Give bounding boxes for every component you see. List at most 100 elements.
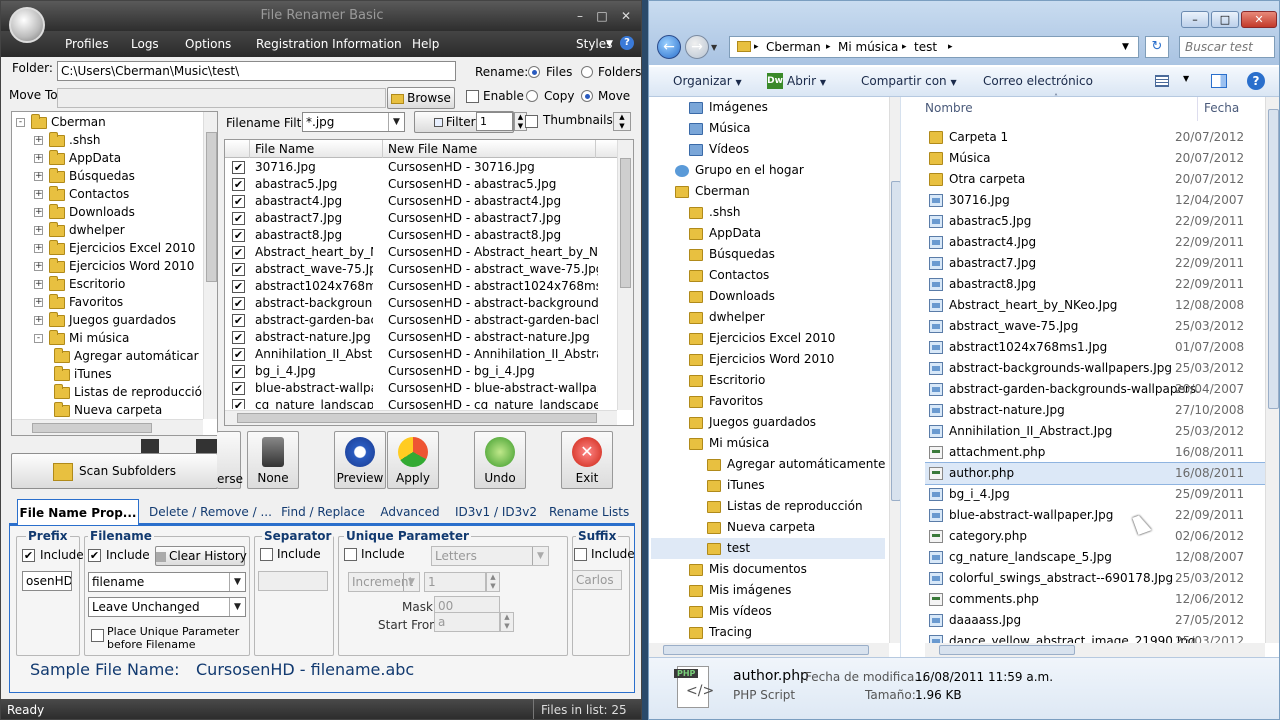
nav-item[interactable]: Agregar automáticamente a iTu	[707, 454, 900, 475]
expand-icon[interactable]: +	[34, 226, 43, 235]
table-row[interactable]: ✔ abstract-backgrounds-... CursosenHD - ab…	[225, 295, 617, 312]
nav-item[interactable]: AppData	[689, 223, 761, 244]
maximize-button[interactable]: □	[593, 9, 611, 23]
menu-registration[interactable]: Registration Information	[256, 37, 402, 51]
file-grid[interactable]: File Name New File Name ✔ 30716.Jpg Cursos…	[224, 139, 634, 426]
table-row[interactable]: ✔ abastract8.Jpg CursosenHD - abastract8.J…	[225, 227, 617, 244]
suffix-include-checkbox[interactable]	[574, 548, 587, 561]
refresh-icon[interactable]: ↻	[1145, 36, 1169, 58]
app-logo[interactable]	[9, 7, 45, 43]
prefix-include-checkbox[interactable]: ✔	[22, 549, 35, 562]
list-item[interactable]: cg_nature_landscape_5.Jpg 12/08/2007	[925, 547, 1265, 568]
tree-item[interactable]: + Ejercicios Word 2010	[34, 257, 194, 275]
row-checkbox[interactable]: ✔	[232, 263, 245, 276]
row-checkbox[interactable]: ✔	[232, 297, 245, 310]
close-button[interactable]: ✕	[617, 9, 635, 23]
close-button[interactable]: ✕	[1241, 11, 1277, 28]
table-row[interactable]: ✔ abastract7.Jpg CursosenHD - abastract7.J…	[225, 210, 617, 227]
filename-include-checkbox[interactable]: ✔	[88, 549, 101, 562]
table-row[interactable]: ✔ abstract_wave-75.Jpg CursosenHD - abstra…	[225, 261, 617, 278]
tree-item[interactable]: + AppData	[34, 149, 121, 167]
table-row[interactable]: ✔ cg_nature_landscape... CursosenHD - cg_n…	[225, 397, 617, 409]
table-row[interactable]: ✔ Abstract_heart_by_NK... CursosenHD - Abs…	[225, 244, 617, 261]
enable-checkbox[interactable]	[466, 90, 479, 103]
search-input[interactable]: Buscar test	[1179, 36, 1275, 58]
chevron-down-icon[interactable]: ▼	[403, 573, 419, 591]
nav-item[interactable]: Mis imágenes	[689, 580, 791, 601]
place-unique-checkbox[interactable]	[91, 629, 104, 642]
tree-item[interactable]: + Favoritos	[34, 293, 123, 311]
grid-vertical-scrollbar[interactable]	[617, 140, 633, 410]
expand-icon[interactable]: +	[34, 280, 43, 289]
nav-item[interactable]: test	[651, 538, 885, 559]
move-to-input[interactable]	[57, 88, 386, 108]
list-item[interactable]: Música 20/07/2012	[925, 148, 1265, 169]
column-date-header[interactable]: Fecha	[1204, 101, 1239, 115]
back-button[interactable]: ←	[657, 35, 681, 59]
list-item[interactable]: author.php 16/08/2011	[925, 462, 1265, 485]
tab-find-replace[interactable]: Find / Replace	[277, 499, 369, 525]
nav-item[interactable]: Música	[689, 118, 751, 139]
tree-item[interactable]: + dwhelper	[34, 221, 125, 239]
nav-scroll-thumb[interactable]	[891, 181, 900, 501]
chevron-down-icon[interactable]: ▼	[711, 43, 717, 52]
list-item[interactable]: abastract4.Jpg 22/09/2011	[925, 232, 1265, 253]
row-checkbox[interactable]: ✔	[232, 348, 245, 361]
list-item[interactable]: Abstract_heart_by_NKeo.Jpg 12/08/2008	[925, 295, 1265, 316]
list-scroll-thumb[interactable]	[1268, 109, 1279, 409]
menu-profiles[interactable]: Profiles	[65, 37, 109, 51]
list-item[interactable]: abastract8.Jpg 22/09/2011	[925, 274, 1265, 295]
help-icon[interactable]: ?	[1247, 72, 1265, 90]
table-row[interactable]: ✔ Annihilation_II_Abstrac... CursosenHD - …	[225, 346, 617, 363]
list-item[interactable]: Annihilation_II_Abstract.Jpg 25/03/2012	[925, 421, 1265, 442]
address-bar[interactable]: ▸ Cberman ▸ Mi música ▸ test ▸ ▼	[729, 36, 1139, 58]
list-item[interactable]: colorful_swings_abstract--690178.Jpg 25/0…	[925, 568, 1265, 589]
list-item[interactable]: Otra carpeta 20/07/2012	[925, 169, 1265, 190]
tree-item[interactable]: - Cberman	[16, 113, 106, 131]
start-from-input[interactable]: a	[434, 612, 500, 632]
nav-item[interactable]: Cberman	[675, 181, 750, 202]
navigation-pane[interactable]: Imágenes Música Vídeos Grupo en el hogar Cbe…	[649, 97, 901, 657]
menu-help[interactable]: Help	[412, 37, 439, 51]
filter-number-input[interactable]: 1	[476, 112, 513, 131]
share-button[interactable]: Compartir con ▼	[861, 74, 957, 88]
chevron-down-icon[interactable]: ▼	[1183, 74, 1189, 83]
nav-item[interactable]: Vídeos	[689, 139, 749, 160]
separator-include-checkbox[interactable]	[260, 548, 273, 561]
separator-input[interactable]	[258, 571, 328, 591]
email-button[interactable]: Correo electrónico	[983, 74, 1093, 88]
breadcrumb-cberman[interactable]: Cberman	[766, 37, 821, 57]
collapse-icon[interactable]: -	[34, 334, 43, 343]
tree-item[interactable]: iTunes	[52, 365, 112, 383]
copy-radio[interactable]	[526, 90, 538, 102]
view-icon[interactable]	[1155, 75, 1169, 87]
nav-item[interactable]: Listas de reproducción	[707, 496, 863, 517]
tree-item[interactable]: + .shsh	[34, 131, 101, 149]
clear-history-button[interactable]: Clear History	[155, 546, 247, 566]
nav-hscroll-thumb[interactable]	[663, 645, 869, 655]
table-row[interactable]: ✔ blue-abstract-wallpaper... CursosenHD - …	[225, 380, 617, 397]
nav-item[interactable]: Favoritos	[689, 391, 763, 412]
increment-value-input[interactable]: 1	[424, 572, 486, 592]
grid-hscroll-thumb[interactable]	[237, 413, 597, 423]
list-item[interactable]: daaaass.Jpg 27/05/2012	[925, 610, 1265, 631]
letters-select[interactable]: Letters ▼	[431, 546, 549, 566]
tab-id3[interactable]: ID3v1 / ID3v2	[451, 499, 541, 525]
scan-subfolders-button[interactable]: Scan Subfolders	[11, 453, 218, 489]
list-hscroll-thumb[interactable]	[939, 645, 1075, 655]
table-row[interactable]: ✔ abastract4.Jpg CursosenHD - abastract4.J…	[225, 193, 617, 210]
tab-rename-lists[interactable]: Rename Lists	[549, 499, 629, 525]
minimize-button[interactable]: –	[1181, 11, 1209, 28]
tab-delete-remove[interactable]: Delete / Remove / ...	[149, 499, 272, 525]
row-checkbox[interactable]: ✔	[232, 365, 245, 378]
row-checkbox[interactable]: ✔	[232, 382, 245, 395]
row-checkbox[interactable]: ✔	[232, 178, 245, 191]
list-item[interactable]: comments.php 12/06/2012	[925, 589, 1265, 610]
row-checkbox[interactable]: ✔	[232, 399, 245, 409]
chevron-down-icon[interactable]: ▼	[229, 573, 245, 591]
nav-item[interactable]: Tracing	[689, 622, 752, 643]
row-checkbox[interactable]: ✔	[232, 280, 245, 293]
row-checkbox[interactable]: ✔	[232, 229, 245, 242]
prefix-input[interactable]: osenHD -	[22, 571, 72, 591]
help-icon[interactable]: ?	[620, 36, 634, 50]
